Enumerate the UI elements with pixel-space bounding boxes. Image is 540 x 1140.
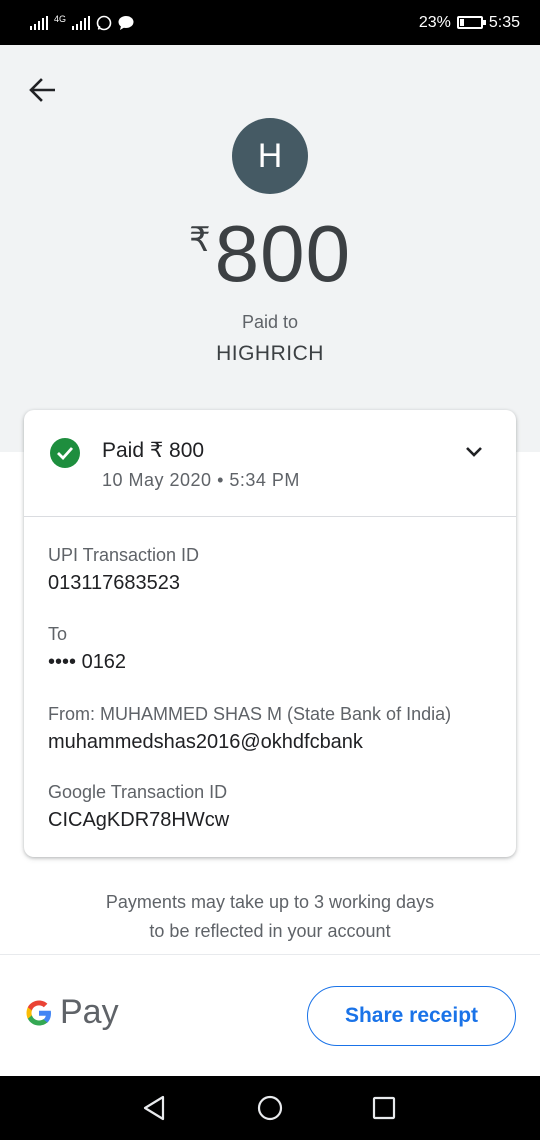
google-g-icon	[26, 1000, 51, 1025]
avatar: H	[232, 118, 308, 194]
expand-button[interactable]	[458, 438, 490, 466]
clock: 5:35	[488, 13, 520, 31]
amount-value: 800	[214, 209, 352, 298]
status-bar: 4G 23% 5:35	[0, 0, 540, 45]
upi-transaction-label: UPI Transaction ID	[48, 545, 200, 565]
note-line-1: Payments may take up to 3 working days	[105, 892, 435, 912]
transaction-summary[interactable]: Paid ₹ 800 10 May 2020 • 5:34 PM	[24, 410, 516, 517]
nav-home-icon	[257, 1095, 283, 1121]
from-upi-id: muhammedshas2016@okhdfcbank	[48, 731, 363, 753]
note-line-2: to be reflected in your account	[149, 921, 391, 941]
battery-percent: 23%	[418, 13, 451, 31]
gpay-wordmark: Pay	[60, 993, 119, 1031]
nav-home-button[interactable]	[254, 1092, 286, 1124]
from-label: From: MUHAMMED SHAS M (State Bank of Ind…	[48, 704, 452, 724]
whatsapp-icon	[96, 15, 112, 30]
to-label: To	[48, 624, 68, 644]
amount: ₹800	[0, 208, 540, 300]
payment-datetime: 10 May 2020 • 5:34 PM	[102, 470, 300, 490]
back-button[interactable]	[22, 70, 62, 110]
google-transaction-id: CICAgKDR78HWcw	[48, 809, 230, 831]
signal-icon	[30, 15, 48, 30]
nav-back-icon	[143, 1095, 165, 1121]
paid-to-label: Paid to	[241, 312, 299, 332]
battery-icon	[456, 16, 486, 29]
nav-recents-button[interactable]	[368, 1092, 400, 1124]
system-nav-bar	[0, 1076, 540, 1140]
footer: Pay Share receipt	[0, 954, 540, 1076]
nav-back-button[interactable]	[138, 1092, 170, 1124]
check-circle-icon	[50, 438, 80, 468]
to-account: •••• 0162	[48, 651, 127, 673]
nav-recents-icon	[372, 1096, 396, 1120]
gpay-logo: Pay	[24, 993, 119, 1032]
processing-note: Payments may take up to 3 working days t…	[0, 888, 540, 946]
status-left: 4G	[30, 13, 134, 31]
message-icon	[118, 16, 134, 30]
currency-symbol: ₹	[188, 221, 211, 259]
battery-fill	[459, 19, 465, 26]
share-receipt-button[interactable]: Share receipt	[307, 986, 516, 1046]
chevron-down-icon	[466, 447, 482, 457]
status-right: 23% 5:35	[419, 14, 520, 32]
network-type: 4G	[54, 13, 67, 24]
back-arrow-icon	[29, 78, 55, 102]
payment-status: Paid ₹ 800	[102, 439, 205, 462]
google-transaction-label: Google Transaction ID	[48, 782, 228, 802]
payee-name: HIGHRICH	[216, 342, 324, 365]
signal-icon-2	[72, 15, 91, 30]
upi-transaction-id: 013117683523	[48, 572, 180, 594]
transaction-card: Paid ₹ 800 10 May 2020 • 5:34 PM UPI Tra…	[24, 410, 516, 857]
